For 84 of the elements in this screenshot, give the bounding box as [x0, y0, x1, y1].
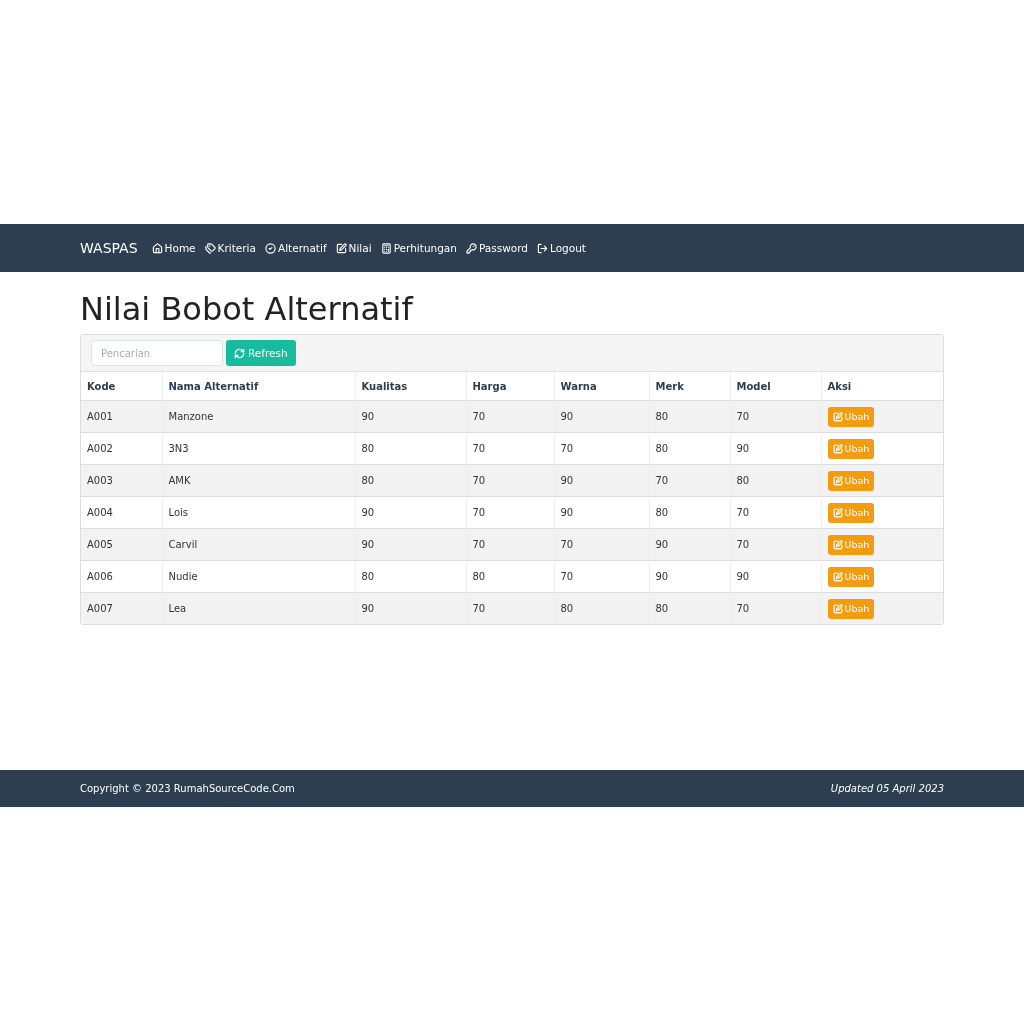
- table-cell: 70: [466, 400, 554, 433]
- table-cell: A007: [81, 592, 162, 624]
- table-cell: 70: [466, 592, 554, 624]
- table-cell: 80: [649, 496, 730, 529]
- table-cell: 70: [730, 592, 821, 624]
- search-field[interactable]: Pencarian: [91, 340, 223, 366]
- nav-link[interactable]: Logout: [537, 242, 586, 254]
- table-cell: 80: [355, 560, 466, 593]
- table-cell: 80: [649, 400, 730, 433]
- edit-icon: [832, 571, 843, 582]
- table-cell: 70: [730, 400, 821, 433]
- table-cell: 70: [466, 464, 554, 497]
- table-cell: A002: [81, 432, 162, 465]
- table-cell: 80: [649, 432, 730, 465]
- table-cell: 90: [355, 592, 466, 624]
- page-title: Nilai Bobot Alternatif: [80, 290, 415, 328]
- table-cell: 90: [554, 400, 649, 433]
- table-cell: 70: [649, 464, 730, 497]
- table-cell: 80: [730, 464, 821, 497]
- refresh-icon: [234, 347, 245, 359]
- column-header: Kualitas: [355, 372, 466, 401]
- copyright-text: Copyright © 2023 RumahSourceCode.Com: [80, 783, 295, 794]
- table-cell: 90: [355, 496, 466, 529]
- table-cell: A006: [81, 560, 162, 593]
- tag-icon: [204, 242, 216, 254]
- column-header: Warna: [554, 372, 649, 401]
- table-cell: 70: [466, 432, 554, 465]
- logout-icon: [537, 242, 548, 254]
- column-header: Merk: [649, 372, 730, 401]
- table-cell: Lea: [162, 592, 355, 624]
- edit-icon: [832, 603, 843, 614]
- nav-link[interactable]: Perhitungan: [380, 242, 457, 254]
- table-cell: 70: [554, 432, 649, 465]
- table-cell: 70: [466, 496, 554, 529]
- key-icon: [465, 242, 477, 254]
- nav-link[interactable]: Alternatif: [264, 242, 327, 254]
- table-cell: 80: [355, 464, 466, 497]
- table-cell: Lois: [162, 496, 355, 529]
- edit-icon: [832, 475, 843, 486]
- table-cell: 90: [649, 528, 730, 561]
- edit-icon: [832, 507, 843, 518]
- table-cell: 90: [730, 560, 821, 593]
- column-header: Aksi: [821, 372, 943, 401]
- table-cell: 70: [554, 560, 649, 593]
- table-cell: 70: [466, 528, 554, 561]
- table-cell: Carvil: [162, 528, 355, 561]
- table-cell: 70: [554, 528, 649, 561]
- edit-icon: [832, 443, 843, 454]
- edit-icon: [335, 242, 347, 254]
- table-cell: A005: [81, 528, 162, 561]
- table-cell: 70: [730, 496, 821, 529]
- table-cell: Nudie: [162, 560, 355, 593]
- table-cell: A003: [81, 464, 162, 497]
- nav-link[interactable]: Home: [151, 242, 196, 254]
- table-cell: 80: [554, 592, 649, 624]
- table-cell: 90: [355, 528, 466, 561]
- calculator-icon: [380, 242, 392, 254]
- table-cell: 90: [649, 560, 730, 593]
- nav-link[interactable]: Password: [465, 242, 528, 254]
- updated-text: Updated 05 April 2023: [830, 783, 944, 794]
- check-circle-icon: [264, 242, 276, 254]
- table-cell: A001: [81, 400, 162, 433]
- column-header: Nama Alternatif: [162, 372, 355, 401]
- edit-icon: [832, 411, 843, 422]
- table-cell: 90: [355, 400, 466, 433]
- column-header: Model: [730, 372, 821, 401]
- nav-link[interactable]: Nilai: [335, 242, 372, 254]
- column-header: Harga: [466, 372, 554, 401]
- table-cell: 70: [730, 528, 821, 561]
- table-cell: 3N3: [162, 432, 355, 465]
- table-cell: Manzone: [162, 400, 355, 433]
- table-cell: 80: [649, 592, 730, 624]
- table-cell: 90: [554, 464, 649, 497]
- edit-icon: [832, 539, 843, 550]
- table-cell: 90: [730, 432, 821, 465]
- table-cell: 80: [466, 560, 554, 593]
- column-header: Kode: [81, 372, 162, 401]
- table-cell: 80: [355, 432, 466, 465]
- table-cell: 90: [554, 496, 649, 529]
- home-icon: [151, 242, 163, 254]
- brand-link[interactable]: WASPAS: [80, 240, 138, 256]
- table-cell: AMK: [162, 464, 355, 497]
- nav-link[interactable]: Kriteria: [204, 242, 256, 254]
- table-cell: A004: [81, 496, 162, 529]
